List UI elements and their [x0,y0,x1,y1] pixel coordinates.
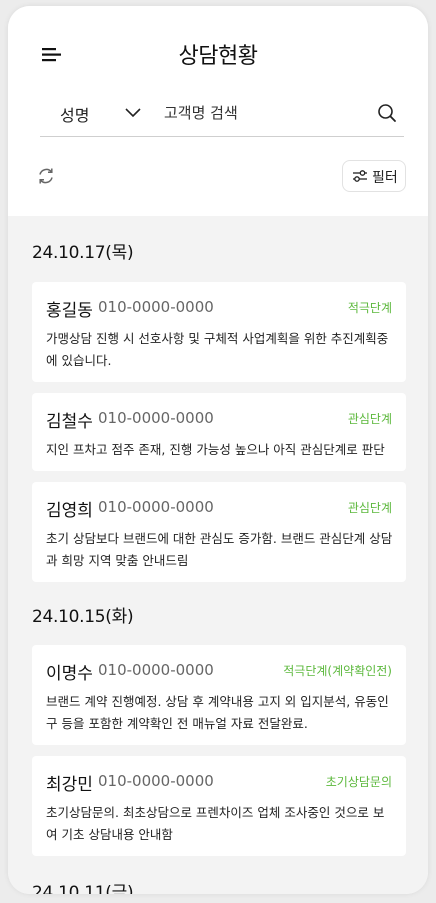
stage-badge: 적극단계(계약확인전) [283,664,392,678]
search-input[interactable] [164,98,360,128]
filter-label: 필터 [372,170,398,186]
search-field-select[interactable]: 성명 [40,92,150,136]
customer-name: 이명수 [46,664,93,684]
consultation-memo: 가맹상담 진행 시 선호사항 및 구체적 사업계획을 위한 추진계획중에 있습니… [46,331,389,368]
search-icon [378,104,396,122]
customer-phone: 010-0000-0000 [98,409,214,427]
customer-phone: 010-0000-0000 [98,772,214,790]
consultation-memo: 초기 상담보다 브랜드에 대한 관심도 증가함. 브랜드 관심단계 상담과 희망… [46,531,393,568]
consultation-list: 24.10.17(목) 홍길동 010-0000-0000 적극단계 가맹상담 … [8,216,428,894]
filter-button[interactable]: 필터 [342,160,406,192]
refresh-button[interactable] [36,166,56,186]
consultation-card[interactable]: 김철수 010-0000-0000 관심단계 지인 프차고 점주 존재, 진행 … [32,393,406,471]
header: 상담현황 성명 고객명 검색 필터 [8,6,428,216]
sliders-icon [353,170,367,182]
search-button[interactable] [376,102,398,124]
customer-phone: 010-0000-0000 [98,661,214,679]
customer-name: 김철수 [46,412,93,432]
consultation-card[interactable]: 홍길동 010-0000-0000 적극단계 가맹상담 진행 시 선호사항 및 … [32,282,406,382]
customer-name: 최강민 [46,775,93,795]
date-header: 24.10.17(목) [32,243,134,263]
stage-badge: 관심단계 [347,412,392,426]
search-field-selected: 성명 [60,106,90,125]
consultation-memo: 초기상담문의. 최초상담으로 프렌차이즈 업체 조사중인 것으로 보여 기초 상… [46,805,385,842]
app-screen: 상담현황 성명 고객명 검색 필터 24.10.17(목) 홍길동 010-00… [8,6,428,894]
customer-phone: 010-0000-0000 [98,498,214,516]
consultation-card[interactable]: 최강민 010-0000-0000 초기상담문의 초기상담문의. 최초상담으로 … [32,756,406,856]
stage-badge: 초기상담문의 [325,775,392,789]
stage-badge: 적극단계 [347,301,392,315]
chevron-down-icon [125,108,141,118]
customer-name: 홍길동 [46,301,93,321]
consultation-card[interactable]: 이명수 010-0000-0000 적극단계(계약확인전) 브랜드 계약 진행예… [32,645,406,745]
customer-phone: 010-0000-0000 [98,298,214,316]
date-header: 24.10.11(금) [32,883,134,894]
consultation-card[interactable]: 김영희 010-0000-0000 관심단계 초기 상담보다 브랜드에 대한 관… [32,482,406,582]
search-bar: 성명 [40,92,404,137]
date-header: 24.10.15(화) [32,607,134,627]
refresh-icon [39,168,53,184]
stage-badge: 관심단계 [347,501,392,515]
page-title: 상담현황 [178,44,258,69]
consultation-memo: 지인 프차고 점주 존재, 진행 가능성 높으나 아직 관심단계로 판단 [46,442,385,457]
consultation-memo: 브랜드 계약 진행예정. 상담 후 계약내용 고지 외 입지분석, 유동인구 등… [46,694,389,731]
customer-name: 김영희 [46,501,93,521]
